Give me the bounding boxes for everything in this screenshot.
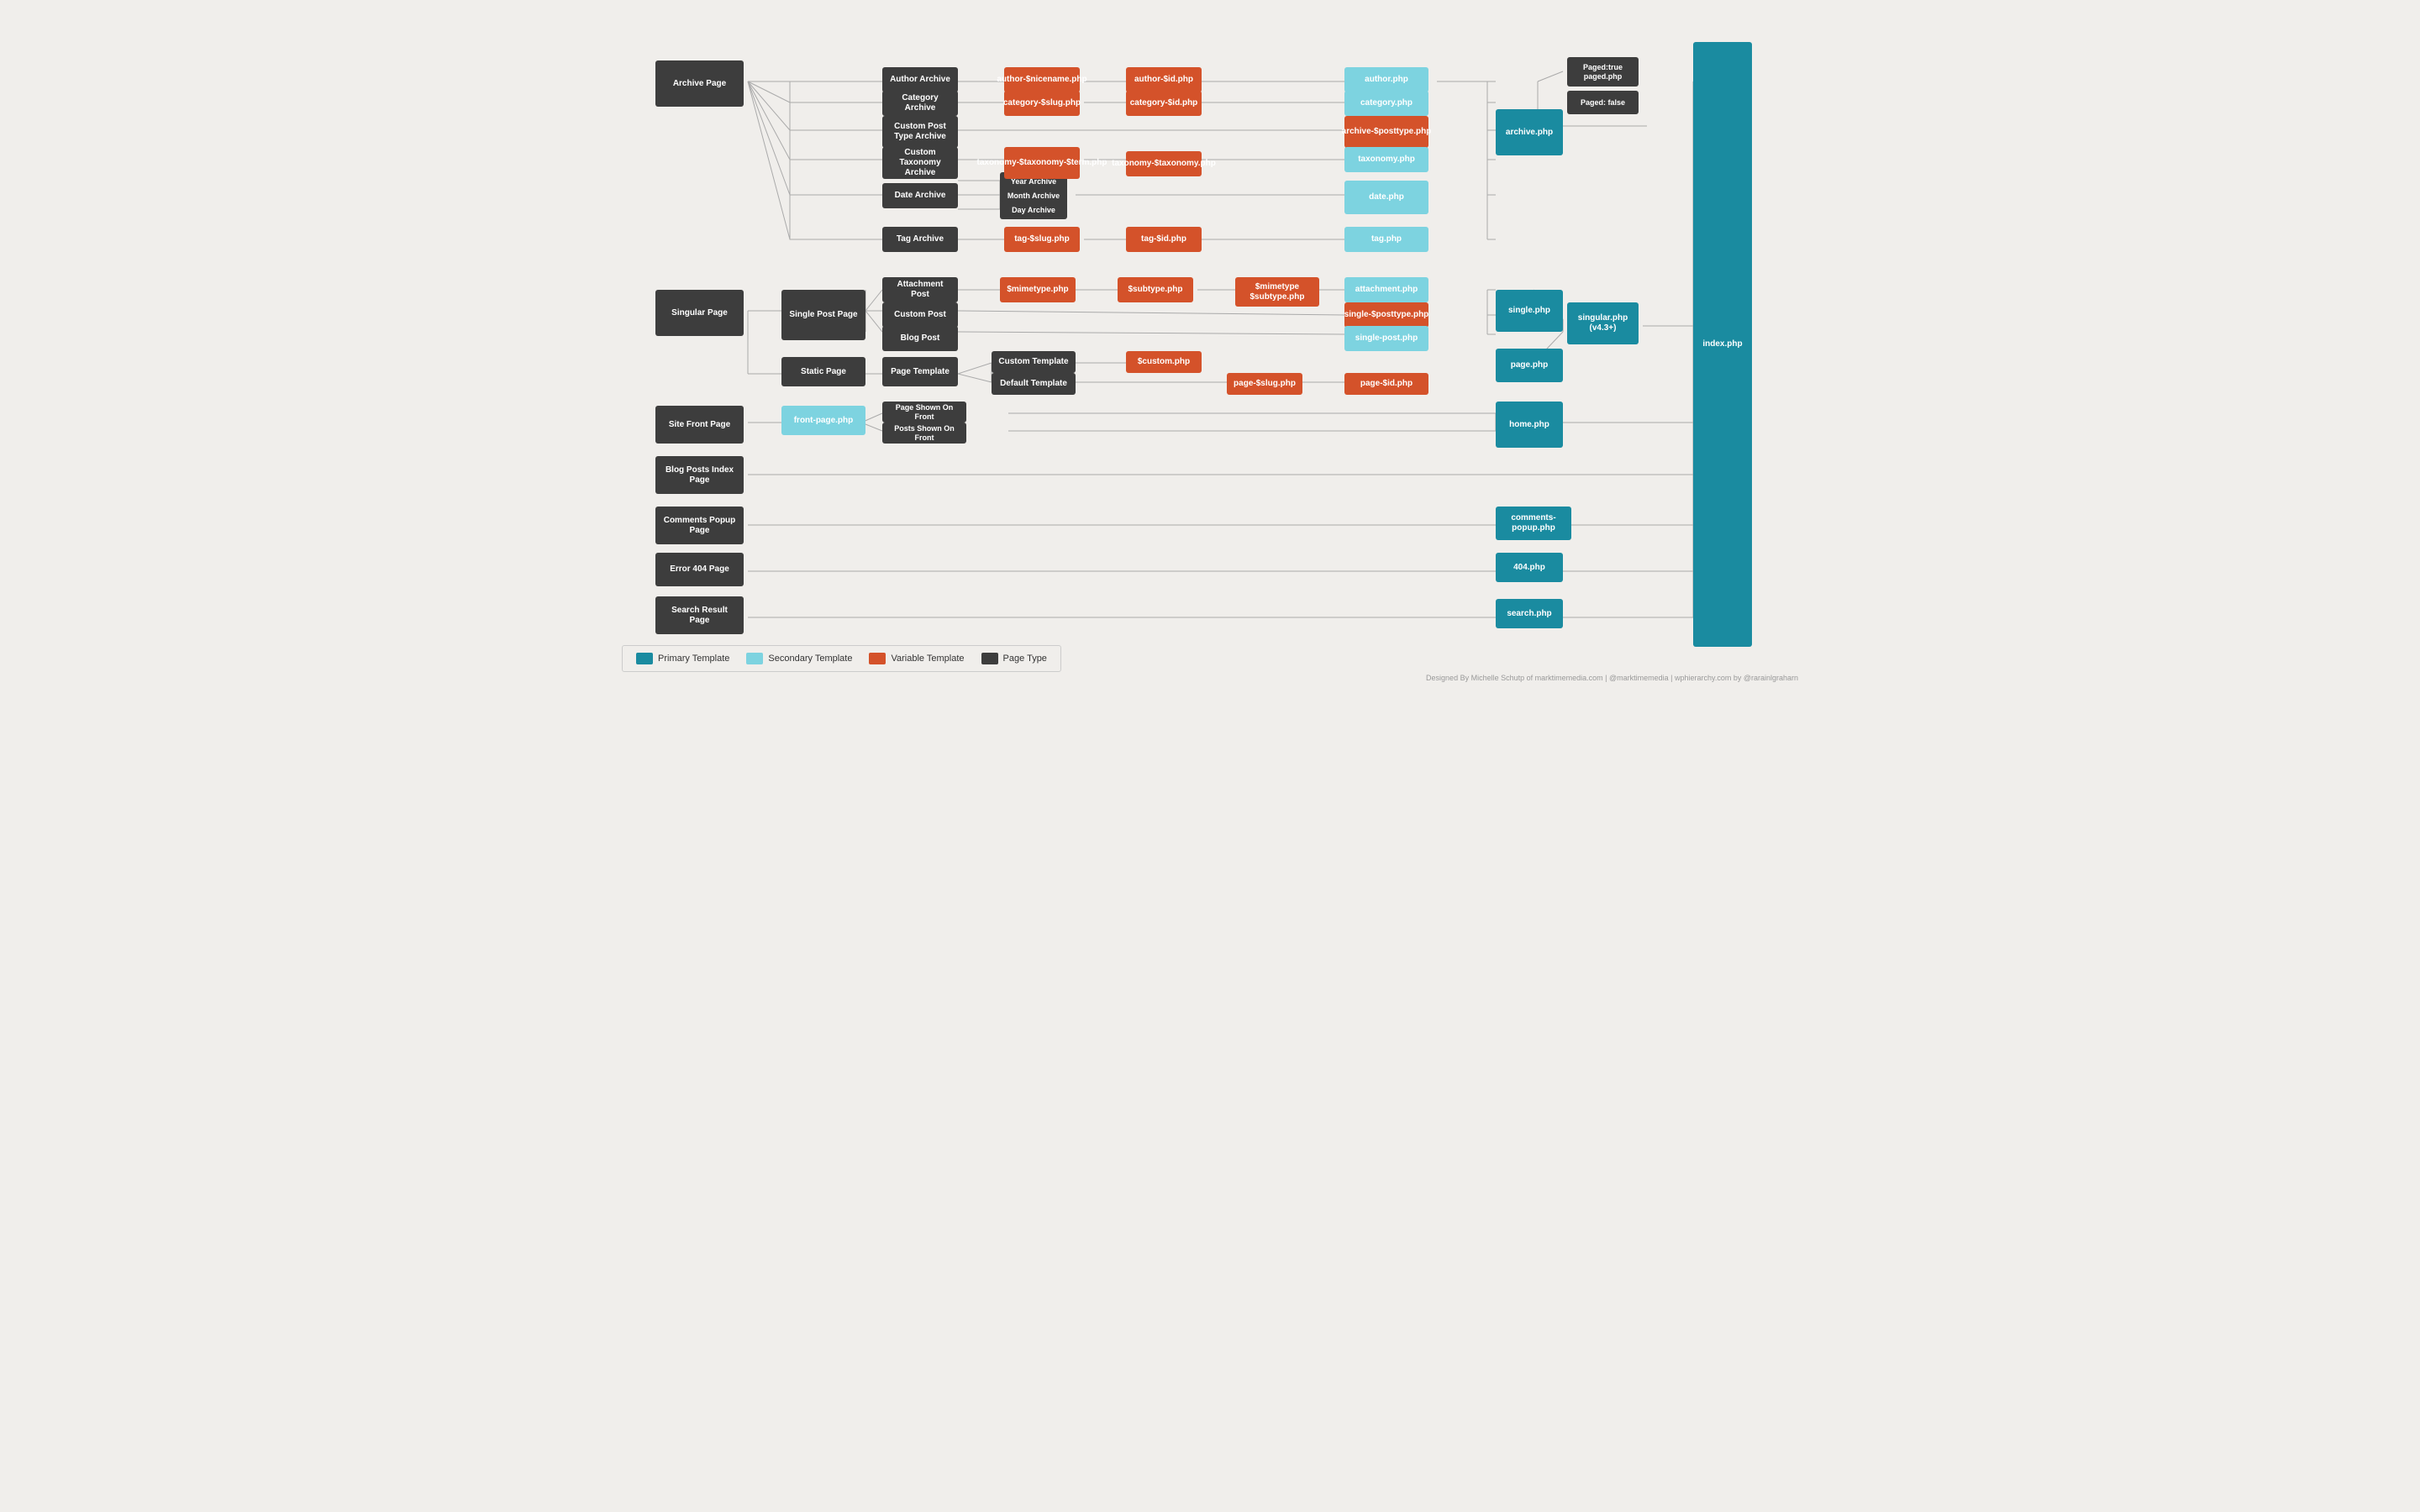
index-php-node: index.php [1693, 42, 1752, 647]
error-404-page-node: Error 404 Page [655, 553, 744, 586]
home-php-node: home.php [1496, 402, 1563, 448]
legend-secondary: Secondary Template [746, 653, 852, 664]
legend-variable-swatch [869, 653, 886, 664]
static-page-node: Static Page [781, 357, 865, 386]
legend-secondary-swatch [746, 653, 763, 664]
date-php-node: date.php [1344, 181, 1428, 214]
archive-posttype-php-node: archive-$posttype.php [1344, 116, 1428, 148]
posts-shown-front-node: Posts Shown On Front [882, 423, 966, 444]
site-front-page-node: Site Front Page [655, 406, 744, 444]
category-php-node: category.php [1344, 91, 1428, 116]
legend-variable: Variable Template [869, 653, 964, 664]
archive-page-node: Archive Page [655, 60, 744, 107]
custom-post-type-archive-node: Custom Post Type Archive [882, 116, 958, 148]
singular-page-node: Singular Page [655, 290, 744, 336]
archive-php-node: archive.php [1496, 109, 1563, 155]
page-template-node: Page Template [882, 357, 958, 386]
author-id-php-node: author-$id.php [1126, 67, 1202, 92]
attachment-php-node: attachment.php [1344, 277, 1428, 302]
paged-false-node: Paged: false [1567, 91, 1639, 114]
subtype-php-node: $subtype.php [1118, 277, 1193, 302]
category-slug-php-node: category-$slug.php [1004, 91, 1080, 116]
custom-php-node: $custom.php [1126, 351, 1202, 373]
custom-template-node: Custom Template [992, 351, 1076, 373]
single-posttype-php-node: single-$posttype.php [1344, 302, 1428, 328]
diagram-container: Archive Page Author Archive Category Arc… [605, 0, 1815, 689]
blog-posts-index-node: Blog Posts Index Page [655, 456, 744, 494]
mimetype-php-node: $mimetype.php [1000, 277, 1076, 302]
legend-primary: Primary Template [636, 653, 729, 664]
custom-taxonomy-archive-node: Custom Taxonomy Archive [882, 147, 958, 179]
error-404-php-node: 404.php [1496, 553, 1563, 582]
author-nicename-php-node: author-$nicename.php [1004, 67, 1080, 92]
day-archive-node: Day Archive [1000, 201, 1067, 219]
date-archive-node: Date Archive [882, 183, 958, 208]
single-php-node: single.php [1496, 290, 1563, 332]
page-slug-php-node: page-$slug.php [1227, 373, 1302, 395]
tag-id-php-node: tag-$id.php [1126, 227, 1202, 252]
page-php-node: page.php [1496, 349, 1563, 382]
taxonomy-term-php-node: taxonomy-$taxonomy-$term.php [1004, 147, 1080, 179]
legend-primary-swatch [636, 653, 653, 664]
category-archive-node: Category Archive [882, 91, 958, 116]
front-page-php-node: front-page.php [781, 406, 865, 435]
credit-text: Designed By Michelle Schutp of marktimem… [1426, 674, 1798, 682]
blog-post-node: Blog Post [882, 326, 958, 351]
custom-post-node: Custom Post [882, 302, 958, 328]
taxonomy-php-var-node: taxonomy-$taxonomy.php [1126, 151, 1202, 176]
single-post-page-node: Single Post Page [781, 290, 865, 340]
tag-archive-node: Tag Archive [882, 227, 958, 252]
search-result-page-node: Search Result Page [655, 596, 744, 634]
tag-php-node: tag.php [1344, 227, 1428, 252]
search-php-node: search.php [1496, 599, 1563, 628]
comments-popup-page-node: Comments Popup Page [655, 507, 744, 544]
default-template-node: Default Template [992, 373, 1076, 395]
single-post-php-node: single-post.php [1344, 326, 1428, 351]
comments-popup-php-node: comments-popup.php [1496, 507, 1571, 540]
singular-php-node: singular.php (v4.3+) [1567, 302, 1639, 344]
legend-page-type-swatch [981, 653, 998, 664]
author-php-node: author.php [1344, 67, 1428, 92]
page-id-php-node: page-$id.php [1344, 373, 1428, 395]
category-id-php-node: category-$id.php [1126, 91, 1202, 116]
legend: Primary Template Secondary Template Vari… [622, 645, 1061, 672]
tag-slug-php-node: tag-$slug.php [1004, 227, 1080, 252]
paged-true-node: Paged:true paged.php [1567, 57, 1639, 87]
page-shown-front-node: Page Shown On Front [882, 402, 966, 423]
author-archive-node: Author Archive [882, 67, 958, 92]
attachment-post-node: Attachment Post [882, 277, 958, 302]
mimetype-subtype-php-node: $mimetype $subtype.php [1235, 277, 1319, 307]
taxonomy-php-node: taxonomy.php [1344, 147, 1428, 172]
legend-page-type: Page Type [981, 653, 1047, 664]
